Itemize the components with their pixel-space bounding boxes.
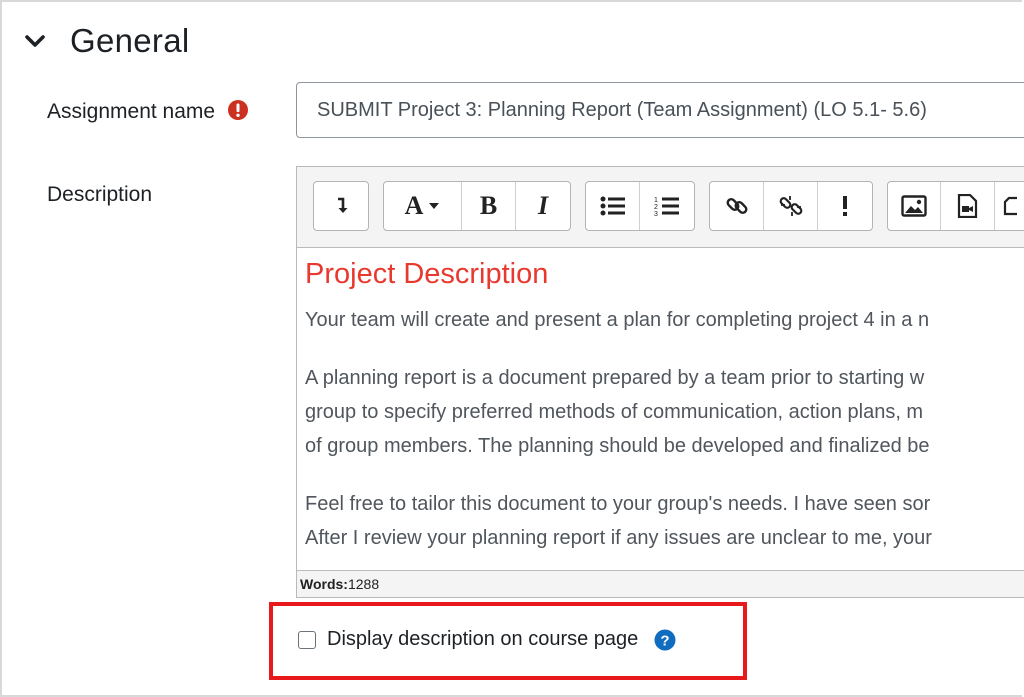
content-line: Feel free to tailor this document to you… xyxy=(305,493,931,515)
display-description-checkbox[interactable] xyxy=(298,630,316,649)
exclamation-icon xyxy=(843,196,847,216)
svg-text:?: ? xyxy=(661,632,670,649)
equation-button[interactable] xyxy=(818,182,872,230)
unlink-icon xyxy=(779,196,802,216)
ordered-list-icon: 123 xyxy=(654,197,679,217)
toolbar-group-collapse xyxy=(313,181,369,231)
content-line: Your team will create and present a plan… xyxy=(305,309,930,331)
description-label: Description xyxy=(47,183,153,206)
assignment-name-label: Assignment name xyxy=(47,100,216,123)
assignment-name-label-row: Assignment name xyxy=(47,100,249,124)
content-paragraph: Your team will create and present a plan… xyxy=(305,303,1024,337)
assignment-name-input[interactable] xyxy=(296,82,1024,138)
word-count-label: Words: xyxy=(300,576,348,592)
italic-button[interactable]: I xyxy=(516,182,570,230)
word-count-value: 1288 xyxy=(347,576,380,592)
collapse-button[interactable] xyxy=(314,182,368,230)
italic-icon: I xyxy=(537,191,549,220)
bold-button[interactable]: B xyxy=(462,182,516,230)
toolbar-group-media xyxy=(887,181,1024,231)
svg-text:2: 2 xyxy=(654,204,658,211)
unordered-list-button[interactable] xyxy=(586,182,640,230)
svg-text:1: 1 xyxy=(654,197,658,204)
chevron-down-icon[interactable] xyxy=(22,28,48,54)
content-paragraph: Feel free to tailor this document to you… xyxy=(305,487,1024,555)
editor-content[interactable]: Project Description Your team will creat… xyxy=(297,248,1024,570)
unordered-list-icon xyxy=(600,196,625,216)
content-line: of group members. The planning should be… xyxy=(305,435,930,457)
exclamation-circle-icon xyxy=(227,99,249,121)
media-button[interactable] xyxy=(941,182,995,230)
unlink-button[interactable] xyxy=(764,182,818,230)
display-description-row: Display description on course page ? xyxy=(298,628,676,651)
content-heading: Project Description xyxy=(305,258,549,290)
bold-icon: B xyxy=(479,191,498,220)
content-paragraph: A planning report is a document prepared… xyxy=(305,361,1024,463)
section-header[interactable]: General xyxy=(22,22,190,60)
description-editor[interactable]: A B I 123 Project Description Your team … xyxy=(296,166,1024,598)
link-button[interactable] xyxy=(710,182,764,230)
link-icon xyxy=(726,198,747,214)
image-icon xyxy=(901,195,927,217)
editor-toolbar: A B I 123 xyxy=(297,167,1024,248)
question-circle-icon[interactable]: ? xyxy=(654,629,676,651)
font-style-icon: A xyxy=(404,191,424,220)
media-icon xyxy=(958,194,978,218)
font-style-button[interactable]: A xyxy=(384,182,462,230)
content-line: group to specify preferred methods of co… xyxy=(305,401,924,423)
files-icon xyxy=(1003,196,1017,216)
display-description-label[interactable]: Display description on course page xyxy=(327,628,638,651)
word-count-bar: Words:1288 xyxy=(297,570,1024,597)
svg-text:3: 3 xyxy=(654,211,658,217)
toolbar-group-links xyxy=(709,181,873,231)
toolbar-group-style: A B I xyxy=(383,181,571,231)
ordered-list-button[interactable]: 123 xyxy=(640,182,694,230)
content-line: A planning report is a document prepared… xyxy=(305,367,925,389)
content-line: After I review your planning report if a… xyxy=(305,527,932,549)
toolbar-group-lists: 123 xyxy=(585,181,695,231)
manage-files-button[interactable] xyxy=(995,182,1024,230)
image-button[interactable] xyxy=(888,182,942,230)
section-title: General xyxy=(70,22,190,59)
